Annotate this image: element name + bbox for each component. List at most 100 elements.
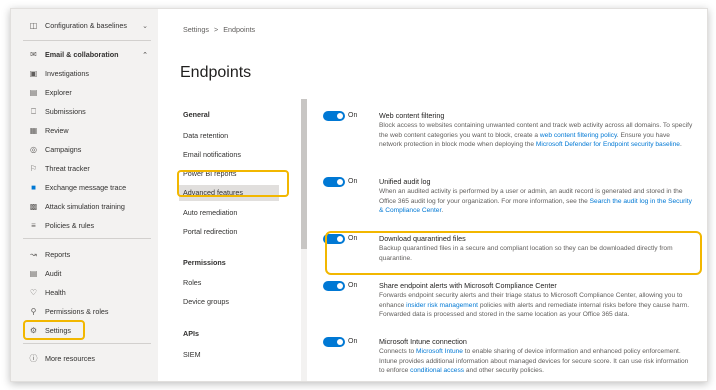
toggle-label: On [348,282,358,289]
nav-item-label: Exchange message trace [45,183,127,192]
subnav-item-data-retention[interactable]: Data retention [183,131,228,140]
toggle-switch[interactable] [323,337,345,347]
nav-item-label: Attack simulation training [45,202,125,211]
nav-item-attack-simulation-training[interactable]: ▩ Attack simulation training [11,197,158,216]
policies-icon: ≡ [31,221,36,230]
defender-security-baseline-link[interactable]: Microsoft Defender for Endpoint security… [536,141,680,148]
feature-title: Share endpoint alerts with Microsoft Com… [379,281,557,290]
feature-description: Connects to Microsoft Intune to enable s… [379,347,694,376]
breadcrumb-settings[interactable]: Settings [183,25,209,34]
nav-item-reports[interactable]: ↝ Reports [11,245,158,264]
nav-item-permissions-roles[interactable]: ⚲ Permissions & roles [11,302,158,321]
settings-highlight [23,320,85,340]
desc-text: Connects to [379,348,417,355]
nav-item-submissions[interactable]: ⎕ Submissions [11,102,158,121]
toggle-label: On [348,178,358,185]
breadcrumb: Settings > Endpoints [183,25,255,34]
toggle-switch[interactable] [323,177,345,187]
insider-risk-management-link[interactable]: insider risk management [406,302,478,309]
feature-title: Unified audit log [379,177,431,186]
health-icon: ♡ [29,288,38,297]
settings-subnav: General Data retention Email notificatio… [171,99,306,381]
desc-text: and other security policies. [464,367,544,375]
nav-item-label: Threat tracker [45,164,90,173]
permissions-icon: ⚲ [30,307,37,316]
config-icon: ◫ [29,21,38,30]
feature-description: Forwards endpoint security alerts and th… [379,291,694,320]
conditional-access-link[interactable]: conditional access [410,367,464,374]
nav-item-label: Submissions [45,107,86,116]
desc-text: . [679,141,682,149]
app-window: ◫ Configuration & baselines ⌄ ✉ Email & … [10,8,708,382]
scrollbar-thumb[interactable] [301,99,307,249]
nav-item-label: Configuration & baselines [45,21,127,30]
subnav-heading-permissions: Permissions [183,258,226,267]
campaigns-icon: ◎ [30,145,37,154]
nav-divider [23,343,151,344]
review-icon: ▦ [29,126,38,135]
subnav-item-email-notifications[interactable]: Email notifications [183,150,241,159]
subnav-scrollbar[interactable] [301,99,307,381]
nav-item-label: Explorer [45,88,72,97]
subnav-heading-apis: APIs [183,329,199,338]
nav-item-label: Policies & rules [45,221,95,230]
web-content-filtering-policy-link[interactable]: web content filtering policy [540,132,617,139]
desc-text: . [441,207,444,215]
toggle-label: On [348,338,358,345]
chevron-down-icon[interactable]: ⌄ [142,22,148,30]
toggle-knob [337,339,343,345]
exchange-icon: ■ [31,183,36,192]
toggle-switch[interactable] [323,111,345,121]
more-icon: ⓘ [29,354,38,363]
nav-item-label: Investigations [45,69,89,78]
nav-item-threat-tracker[interactable]: ⚐ Threat tracker [11,159,158,178]
nav-item-label: Email & collaboration [45,50,119,59]
nav-divider [23,238,151,239]
feature-title: Microsoft Intune connection [379,337,467,346]
nav-item-label: Review [45,126,69,135]
feature-description: When an audited activity is performed by… [379,187,694,216]
nav-divider [23,40,151,41]
explorer-icon: ▤ [29,88,38,97]
nav-item-audit[interactable]: ▤ Audit [11,264,158,283]
subnav-item-portal-redirection[interactable]: Portal redirection [183,227,237,236]
subnav-item-auto-remediation[interactable]: Auto remediation [183,208,237,217]
toggle-switch[interactable] [323,281,345,291]
nav-item-label: Health [45,288,66,297]
nav-item-policies-rules[interactable]: ≡ Policies & rules [11,216,158,235]
feature-description: Block access to websites containing unwa… [379,121,694,150]
investigations-icon: ▣ [29,69,38,78]
nav-item-label: Permissions & roles [45,307,109,316]
download-quarantined-highlight [325,231,702,275]
breadcrumb-separator: > [213,25,219,34]
left-nav: ◫ Configuration & baselines ⌄ ✉ Email & … [11,9,158,381]
advanced-features-highlight [177,170,289,197]
nav-item-health[interactable]: ♡ Health [11,283,158,302]
toggle-knob [337,113,343,119]
microsoft-intune-link[interactable]: Microsoft Intune [416,348,463,355]
subnav-item-device-groups[interactable]: Device groups [183,297,229,306]
chevron-up-icon[interactable]: ⌃ [142,51,148,59]
submissions-icon: ⎕ [31,106,36,116]
attack-sim-icon: ▩ [29,202,38,211]
subnav-item-roles[interactable]: Roles [183,278,201,287]
nav-item-label: Reports [45,250,71,259]
feature-title: Web content filtering [379,111,445,120]
nav-item-investigations[interactable]: ▣ Investigations [11,64,158,83]
threat-tracker-icon: ⚐ [29,164,38,173]
reports-icon: ↝ [30,250,37,259]
subnav-item-siem[interactable]: SIEM [183,350,201,359]
nav-item-configuration-baselines[interactable]: ◫ Configuration & baselines ⌄ [11,16,158,35]
toggle-label: On [348,112,358,119]
nav-item-email-collaboration[interactable]: ✉ Email & collaboration ⌃ [11,45,158,64]
nav-item-label: More resources [45,354,95,363]
toggle-knob [337,179,343,185]
nav-item-campaigns[interactable]: ◎ Campaigns [11,140,158,159]
breadcrumb-endpoints: Endpoints [223,25,256,34]
toggle-knob [337,283,343,289]
nav-item-exchange-message-trace[interactable]: ■ Exchange message trace [11,178,158,197]
nav-item-more-resources[interactable]: ⓘ More resources [11,349,158,368]
nav-item-explorer[interactable]: ▤ Explorer [11,83,158,102]
nav-item-label: Campaigns [45,145,82,154]
nav-item-review[interactable]: ▦ Review [11,121,158,140]
